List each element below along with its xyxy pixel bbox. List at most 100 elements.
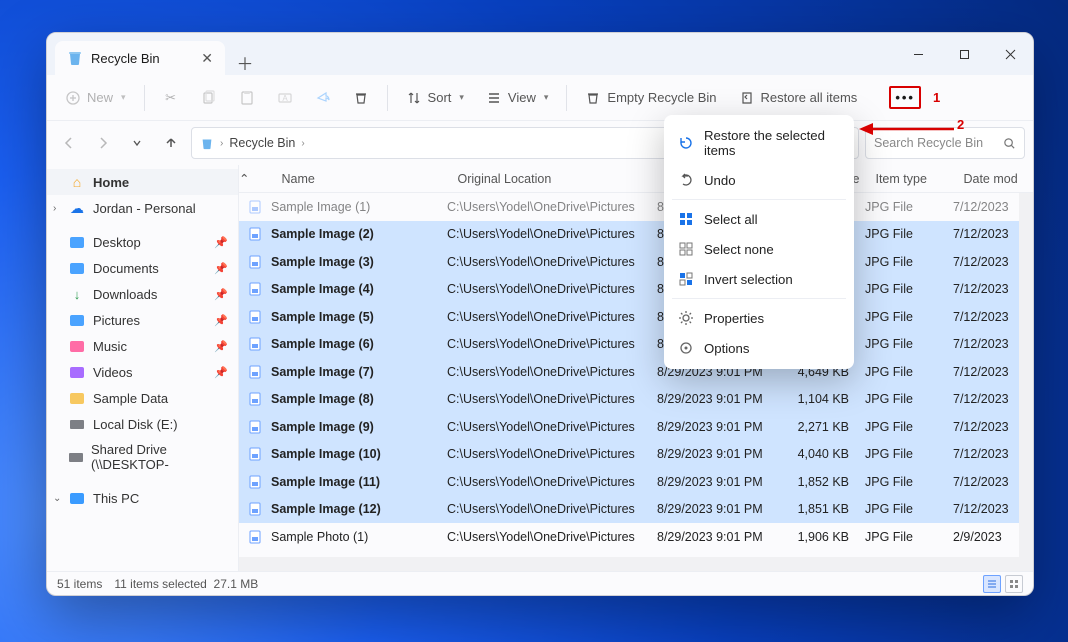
menu-undo[interactable]: Undo — [664, 165, 854, 195]
file-name: Sample Image (2) — [271, 227, 374, 241]
file-item-type: JPG File — [857, 282, 945, 296]
menu-select-all[interactable]: Select all — [664, 204, 854, 234]
file-row[interactable]: Sample Image (2) C:\Users\Yodel\OneDrive\… — [239, 221, 1033, 249]
sidebar-item[interactable]: ↓Downloads📌 — [47, 281, 238, 307]
folder-icon — [69, 364, 85, 380]
column-name[interactable]: Name — [249, 172, 449, 186]
new-button[interactable]: New ▾ — [57, 86, 134, 110]
sidebar-item-label: Music — [93, 339, 127, 354]
horizontal-scrollbar[interactable] — [239, 557, 1033, 571]
sidebar-item[interactable]: Local Disk (E:) — [47, 411, 238, 437]
column-date-modified[interactable]: Date mod — [955, 172, 1033, 186]
sort-icon — [406, 90, 422, 106]
share-button[interactable] — [307, 86, 339, 110]
restore-all-button[interactable]: Restore all items — [731, 86, 866, 110]
column-item-type[interactable]: Item type — [867, 172, 955, 186]
file-original-location: C:\Users\Yodel\OneDrive\Pictures — [439, 337, 649, 351]
sidebar-onedrive[interactable]: › ☁ Jordan - Personal — [47, 195, 238, 221]
file-row[interactable]: Sample Image (12)C:\Users\Yodel\OneDrive… — [239, 496, 1033, 524]
invert-selection-icon — [678, 271, 694, 287]
nav-forward-button[interactable] — [89, 129, 117, 157]
empty-recycle-bin-button[interactable]: Empty Recycle Bin — [577, 86, 724, 110]
file-row[interactable]: Sample Image (7)C:\Users\Yodel\OneDrive\… — [239, 358, 1033, 386]
file-item-type: JPG File — [857, 337, 945, 351]
file-date-deleted: 8/29/2023 9:01 PM — [649, 447, 779, 461]
sidebar-item-label: Desktop — [93, 235, 141, 250]
expander-icon[interactable]: ⌄ — [53, 493, 61, 504]
sidebar-item-label: Videos — [93, 365, 133, 380]
paste-button[interactable] — [231, 86, 263, 110]
nav-back-button[interactable] — [55, 129, 83, 157]
sort-button[interactable]: Sort ▾ — [398, 86, 472, 110]
vertical-scrollbar[interactable] — [1019, 193, 1033, 557]
file-row[interactable]: Sample Image (9)C:\Users\Yodel\OneDrive\… — [239, 413, 1033, 441]
delete-button[interactable] — [345, 86, 377, 110]
folder-icon — [69, 260, 85, 276]
file-row[interactable]: Sample Image (1)C:\Users\Yodel\OneDrive\… — [239, 193, 1033, 221]
file-row[interactable]: Sample Image (11)C:\Users\Yodel\OneDrive… — [239, 468, 1033, 496]
sidebar-item[interactable]: Pictures📌 — [47, 307, 238, 333]
rename-button[interactable]: A — [269, 86, 301, 110]
file-row[interactable]: Sample Image (5)C:\Users\Yodel\OneDrive\… — [239, 303, 1033, 331]
file-row[interactable]: Sample Photo (1)C:\Users\Yodel\OneDrive\… — [239, 523, 1033, 551]
nav-recent-button[interactable] — [123, 129, 151, 157]
file-row[interactable]: Sample Image (10)C:\Users\Yodel\OneDrive… — [239, 441, 1033, 469]
expander-icon[interactable]: › — [53, 203, 56, 214]
nav-up-button[interactable] — [157, 129, 185, 157]
sidebar-item[interactable]: Videos📌 — [47, 359, 238, 385]
file-date-deleted: 8/29/2023 9:01 PM — [649, 392, 779, 406]
column-original-location[interactable]: Original Location — [449, 172, 659, 186]
file-row[interactable]: Sample Image (3)C:\Users\Yodel\OneDrive\… — [239, 248, 1033, 276]
sidebar-item[interactable]: Sample Data — [47, 385, 238, 411]
file-rows[interactable]: Sample Image (1) C:\Users\Yodel\OneDrive\… — [239, 193, 1033, 571]
sidebar: ⌂ Home › ☁ Jordan - Personal Desktop📌Doc… — [47, 165, 239, 571]
sidebar-item[interactable]: Shared Drive (\\DESKTOP- — [47, 437, 238, 477]
file-original-location: C:\Users\Yodel\OneDrive\Pictures — [439, 227, 649, 241]
menu-restore-selected[interactable]: Restore the selected items — [664, 121, 854, 165]
details-view-toggle[interactable] — [983, 575, 1001, 593]
tab-recycle-bin[interactable]: Recycle Bin ✕ — [55, 41, 225, 75]
view-label: View — [508, 90, 536, 105]
search-input[interactable]: Search Recycle Bin — [865, 127, 1025, 159]
minimize-button[interactable] — [895, 33, 941, 75]
maximize-button[interactable] — [941, 33, 987, 75]
sidebar-item[interactable]: Documents📌 — [47, 255, 238, 281]
sidebar-home[interactable]: ⌂ Home — [47, 169, 238, 195]
file-row[interactable]: Sample Image (4)C:\Users\Yodel\OneDrive\… — [239, 276, 1033, 304]
copy-button[interactable] — [193, 86, 225, 110]
file-row[interactable]: Sample Image (8)C:\Users\Yodel\OneDrive\… — [239, 386, 1033, 414]
cut-button[interactable]: ✂ — [155, 86, 187, 110]
close-window-button[interactable] — [987, 33, 1033, 75]
thumbnails-view-toggle[interactable] — [1005, 575, 1023, 593]
empty-label: Empty Recycle Bin — [607, 90, 716, 105]
menu-invert-selection[interactable]: Invert selection — [664, 264, 854, 294]
file-name: Sample Image (11) — [271, 475, 380, 489]
file-row[interactable]: Sample Image (6)C:\Users\Yodel\OneDrive\… — [239, 331, 1033, 359]
file-name: Sample Image (1) — [271, 200, 370, 214]
menu-select-none[interactable]: Select none — [664, 234, 854, 264]
file-original-location: C:\Users\Yodel\OneDrive\Pictures — [439, 282, 649, 296]
breadcrumb-item[interactable]: Recycle Bin — [229, 136, 295, 150]
file-icon — [247, 199, 263, 215]
menu-select-all-label: Select all — [704, 212, 758, 227]
file-icon — [247, 529, 263, 545]
onedrive-icon: ☁ — [69, 200, 85, 216]
sidebar-item-label: Local Disk (E:) — [93, 417, 178, 432]
file-item-type: JPG File — [857, 502, 945, 516]
new-tab-button[interactable]: ＋ — [231, 50, 259, 75]
restore-all-label: Restore all items — [761, 90, 858, 105]
svg-text:A: A — [282, 94, 288, 103]
menu-options[interactable]: Options — [664, 333, 854, 363]
view-button[interactable]: View ▾ — [478, 86, 556, 110]
file-name: Sample Image (12) — [271, 502, 381, 516]
file-icon — [247, 364, 263, 380]
sidebar-item[interactable]: Desktop📌 — [47, 229, 238, 255]
sidebar-this-pc[interactable]: ⌄ This PC — [47, 485, 238, 511]
trash-icon — [585, 90, 601, 106]
tab-close-button[interactable]: ✕ — [201, 51, 213, 65]
sort-indicator-icon: ⌃ — [239, 171, 249, 186]
more-button[interactable]: ••• — [889, 86, 921, 109]
file-original-location: C:\Users\Yodel\OneDrive\Pictures — [439, 365, 649, 379]
sidebar-item[interactable]: Music📌 — [47, 333, 238, 359]
menu-properties[interactable]: Properties — [664, 303, 854, 333]
